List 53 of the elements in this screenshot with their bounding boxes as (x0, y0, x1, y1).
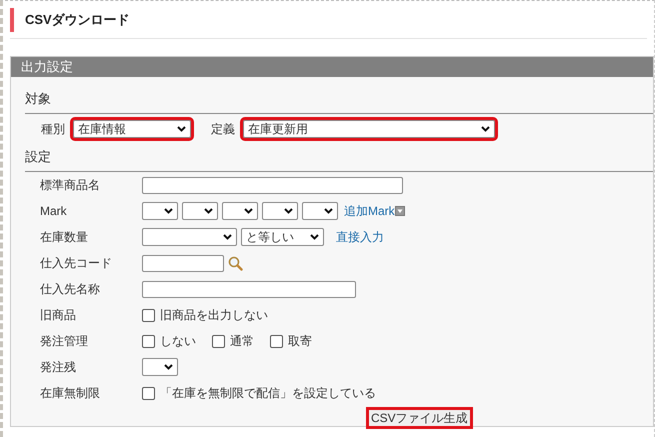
field-label: 在庫無制限 (40, 385, 101, 402)
chevron-down-icon (481, 126, 490, 132)
dropdown[interactable] (302, 202, 338, 220)
dropdown[interactable] (142, 358, 178, 376)
input-field[interactable] (142, 280, 356, 298)
dropdown[interactable]: 在庫情報 (73, 120, 191, 138)
panel-title: 出力設定 (21, 58, 73, 76)
checkbox[interactable] (212, 334, 225, 348)
checkbox[interactable] (142, 334, 155, 348)
checkbox-label: 通常 (230, 333, 254, 350)
field-label: 定義 (211, 121, 235, 138)
generate-csv-button[interactable]: CSVファイル生成 (369, 410, 470, 426)
field-label: 発注管理 (40, 333, 89, 350)
checkbox[interactable] (142, 386, 155, 400)
field-label: 旧商品 (40, 307, 77, 324)
checkbox-label: 取寄 (288, 333, 312, 350)
input-field[interactable] (142, 176, 403, 194)
dropdown-icon[interactable] (394, 206, 405, 216)
field-label: Mark (40, 203, 68, 220)
search-icon[interactable] (228, 256, 243, 270)
checkbox-label: 「在庫を無制限で配信」を設定している (160, 385, 376, 402)
section-heading: 設定 (25, 149, 51, 164)
chevron-down-icon (324, 208, 333, 214)
dropdown[interactable] (142, 202, 178, 220)
link[interactable]: 追加Mark (344, 202, 395, 220)
dropdown[interactable] (182, 202, 218, 220)
dropdown[interactable] (222, 202, 258, 220)
checkbox[interactable] (142, 308, 155, 322)
chevron-down-icon (164, 364, 173, 370)
field-label: 在庫数量 (40, 229, 89, 246)
page-title: CSVダウンロード (25, 10, 130, 29)
chevron-down-icon (244, 208, 253, 214)
chevron-down-icon (177, 126, 186, 132)
checkbox-label: 旧商品を出力しない (160, 307, 268, 324)
dropdown[interactable]: 在庫更新用 (243, 120, 495, 138)
field-label: 発注残 (40, 359, 77, 376)
field-label: 仕入先コード (40, 255, 113, 272)
chevron-down-icon (223, 234, 232, 240)
dropdown[interactable] (262, 202, 298, 220)
input-field[interactable] (142, 254, 224, 272)
chevron-down-icon (310, 234, 319, 240)
chevron-down-icon (164, 208, 173, 214)
accent-bar (10, 8, 14, 32)
checkbox-label: しない (160, 333, 196, 350)
dropdown[interactable]: と等しい (241, 228, 324, 246)
chevron-down-icon (204, 208, 213, 214)
field-label: 標準商品名 (40, 177, 101, 194)
chevron-down-icon (284, 208, 293, 214)
link[interactable]: 直接入力 (336, 228, 384, 246)
section-heading: 対象 (25, 91, 51, 106)
field-label: 仕入先名称 (40, 281, 101, 298)
field-label: 種別 (41, 121, 65, 138)
checkbox[interactable] (270, 334, 283, 348)
